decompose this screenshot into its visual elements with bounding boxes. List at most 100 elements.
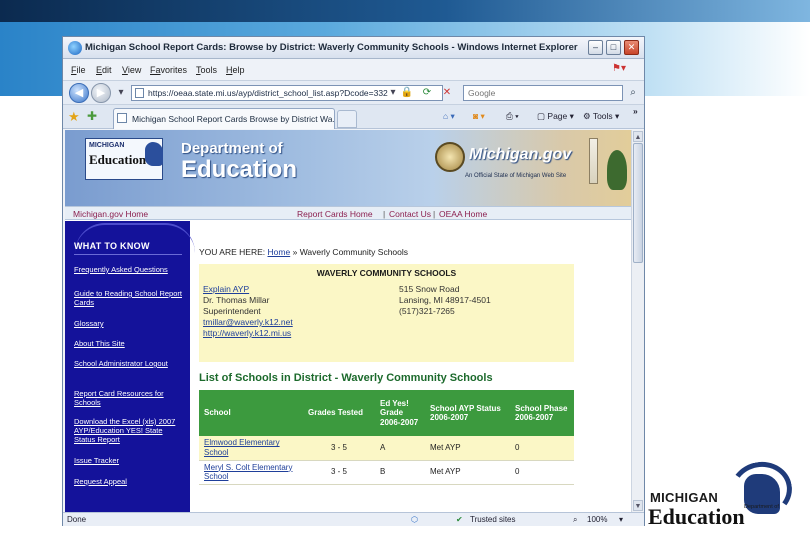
- minimize-button[interactable]: –: [588, 40, 603, 55]
- cell-edyes: A: [375, 436, 425, 461]
- contact-email-link[interactable]: tmillar@waverly.k12.net: [203, 317, 293, 327]
- nav-michigan-gov-home[interactable]: Michigan.gov Home: [73, 209, 148, 219]
- menu-view[interactable]: View: [122, 65, 141, 75]
- site-banner: MICHIGAN Education Department of Educati…: [65, 130, 631, 206]
- scroll-down-button[interactable]: ▼: [633, 500, 643, 511]
- search-input[interactable]: [463, 85, 623, 101]
- close-button[interactable]: ✕: [624, 40, 639, 55]
- menu-edit[interactable]: Edit: [96, 65, 112, 75]
- sidebar-divider: [74, 254, 182, 255]
- logo-michigan-text: MICHIGAN: [650, 490, 719, 505]
- column-header-edyes[interactable]: Ed Yes! Grade 2006-2007: [375, 390, 425, 436]
- sidebar-link-download-excel[interactable]: Download the Excel (xls) 2007 AYP/Educat…: [74, 417, 184, 444]
- menu-file[interactable]: File: [71, 65, 86, 75]
- cell-phase: 0: [510, 436, 574, 461]
- presentation-slide: Michigan School Report Cards: Browse by …: [0, 0, 810, 540]
- nav-oeaa-home[interactable]: OEAA Home: [439, 209, 487, 219]
- page-menu[interactable]: ▢ Page ▾: [537, 111, 574, 122]
- tools-menu[interactable]: ⚙ Tools ▾: [583, 111, 619, 122]
- tab-page-icon: [117, 113, 127, 123]
- michigan-education-logo: MICHIGAN Department of Education: [648, 457, 798, 530]
- school-link[interactable]: Elmwood Elementary School: [204, 438, 280, 457]
- forward-button[interactable]: ▶: [91, 83, 111, 103]
- maximize-button[interactable]: □: [606, 40, 621, 55]
- tree-icon: [607, 150, 627, 190]
- contact-role: Superintendent: [203, 306, 261, 316]
- state-seal-icon: [435, 142, 465, 172]
- table-row: Meryl S. Colt Elementary School 3 - 5 B …: [199, 460, 574, 485]
- cell-school[interactable]: Meryl S. Colt Elementary School: [199, 460, 303, 485]
- more-commands-button[interactable]: »: [633, 106, 638, 116]
- new-tab-button[interactable]: [337, 110, 357, 128]
- sidebar-link-guide[interactable]: Guide to Reading School Report Cards: [74, 289, 184, 307]
- cell-ayp: Met AYP: [425, 460, 510, 485]
- stop-icon[interactable]: ✕: [439, 85, 455, 101]
- table-row: Elmwood Elementary School 3 - 5 A Met AY…: [199, 436, 574, 461]
- page-icon: [135, 88, 144, 98]
- michigan-gov-logo[interactable]: Michigan.gov: [469, 146, 571, 164]
- banner-education-text: Education: [181, 156, 298, 183]
- michigan-gov-tagline: An Official State of Michigan Web Site: [465, 173, 567, 179]
- menu-favorites[interactable]: Favorites: [150, 65, 187, 75]
- tab-bar: ★ ✚ Michigan School Report Cards Browse …: [63, 105, 644, 129]
- tab-active[interactable]: Michigan School Report Cards Browse by D…: [113, 108, 335, 129]
- menu-help[interactable]: Help: [226, 65, 245, 75]
- column-header-school[interactable]: School: [199, 390, 303, 436]
- sidebar-link-request-appeal[interactable]: Request Appeal: [74, 477, 184, 486]
- history-dropdown-icon[interactable]: ▾: [113, 85, 129, 101]
- slide-header-bar: [0, 0, 810, 22]
- browser-window: Michigan School Report Cards: Browse by …: [62, 36, 645, 526]
- sidebar: WHAT TO KNOW Frequently Asked Questions …: [65, 221, 195, 512]
- column-header-ayp[interactable]: School AYP Status 2006-2007: [425, 390, 510, 436]
- add-favorite-icon[interactable]: ✚: [87, 109, 97, 123]
- mde-logo-education-text: Education: [89, 152, 147, 167]
- nav-report-cards-home[interactable]: Report Cards Home: [297, 209, 373, 219]
- breadcrumb-home-link[interactable]: Home: [268, 247, 291, 257]
- print-icon[interactable]: ⎙ ▾: [506, 111, 519, 122]
- lighthouse-icon: [589, 138, 598, 184]
- column-header-phase[interactable]: School Phase 2006-2007: [510, 390, 574, 436]
- sidebar-link-glossary[interactable]: Glossary: [74, 319, 184, 328]
- cell-grades: 3 - 5: [303, 436, 375, 461]
- breadcrumb-label: YOU ARE HERE:: [199, 247, 266, 257]
- explain-ayp-link[interactable]: Explain AYP: [203, 284, 249, 294]
- mde-logo-michigan-text: MICHIGAN: [89, 142, 125, 149]
- ie-logo-icon: [68, 41, 82, 55]
- nav-contact-us[interactable]: Contact Us: [389, 209, 431, 219]
- site-top-nav: Michigan.gov Home Report Cards Home | Co…: [65, 206, 631, 220]
- district-website-link[interactable]: http://waverly.k12.mi.us: [203, 328, 291, 338]
- lock-icon[interactable]: 🔒: [399, 85, 415, 101]
- zone-text: Trusted sites: [470, 515, 516, 524]
- scroll-thumb[interactable]: [633, 143, 643, 263]
- breadcrumb-current: Waverly Community Schools: [299, 247, 409, 257]
- sidebar-link-about[interactable]: About This Site: [74, 339, 184, 348]
- breadcrumb: YOU ARE HERE: Home » Waverly Community S…: [199, 247, 408, 257]
- logo-education-text: Education: [648, 504, 745, 529]
- home-icon[interactable]: ⌂ ▾: [443, 111, 455, 122]
- sidebar-link-admin-logout[interactable]: School Administrator Logout: [74, 359, 184, 368]
- sidebar-link-faq[interactable]: Frequently Asked Questions: [74, 265, 184, 274]
- zoom-icon[interactable]: ⌕: [573, 515, 577, 525]
- search-icon[interactable]: ⌕: [625, 85, 641, 101]
- sidebar-link-issue-tracker[interactable]: Issue Tracker: [74, 456, 184, 465]
- address-line-1: 515 Snow Road: [399, 284, 460, 294]
- zoom-level[interactable]: 100%: [587, 515, 607, 524]
- school-link[interactable]: Meryl S. Colt Elementary School: [204, 463, 292, 482]
- address-line-2: Lansing, MI 48917-4501: [399, 295, 491, 305]
- zoom-dropdown-icon[interactable]: ▾: [619, 515, 623, 524]
- feeds-icon[interactable]: ◙ ▾: [473, 111, 485, 122]
- favorites-star-icon[interactable]: ★: [68, 109, 80, 125]
- column-header-grades[interactable]: Grades Tested: [303, 390, 375, 436]
- schools-list-heading: List of Schools in District - Waverly Co…: [199, 372, 493, 384]
- district-info-box: WAVERLY COMMUNITY SCHOOLS Explain AYP Dr…: [199, 264, 574, 362]
- phone-number: (517)321-7265: [399, 306, 455, 316]
- scroll-up-button[interactable]: ▲: [633, 131, 643, 142]
- back-button[interactable]: ◀: [69, 83, 89, 103]
- refresh-icon[interactable]: ⟳: [419, 85, 435, 101]
- cell-school[interactable]: Elmwood Elementary School: [199, 436, 303, 461]
- vertical-scrollbar[interactable]: ▲ ▼: [631, 130, 644, 512]
- web-page-viewport: MICHIGAN Education Department of Educati…: [65, 130, 631, 512]
- sidebar-link-resources[interactable]: Report Card Resources for Schools: [74, 389, 184, 407]
- menu-tools[interactable]: Tools: [196, 65, 217, 75]
- windows-flag-icon[interactable]: ⚑▾: [612, 63, 626, 74]
